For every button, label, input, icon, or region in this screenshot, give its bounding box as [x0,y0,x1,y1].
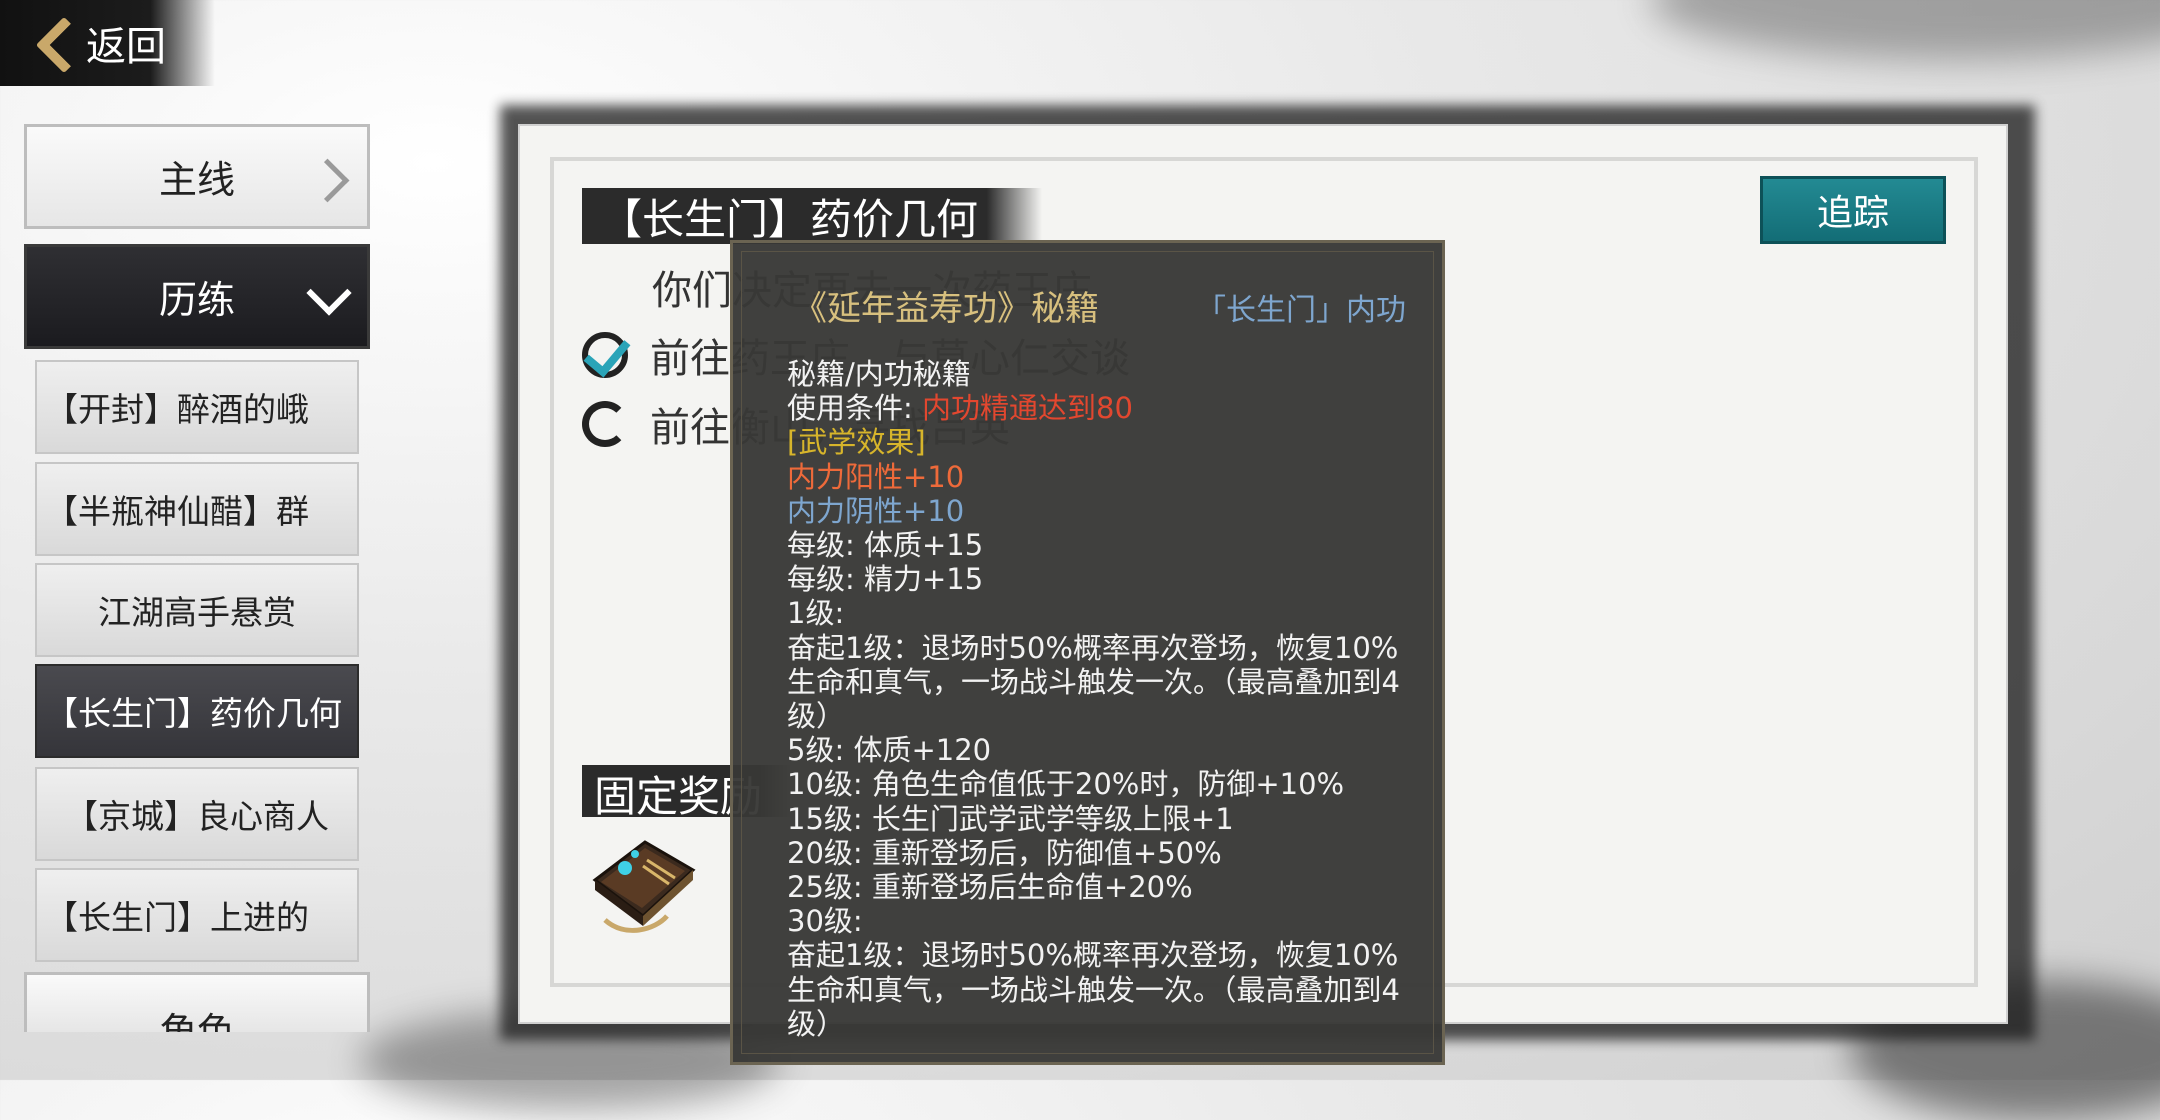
tooltip-level-bonus: 10级: 角色生命值低于20%时，防御+10% [787,767,1345,802]
tooltip-level-bonus: 20级: 重新登场后，防御值+50% [787,835,1222,870]
tooltip-condition-label: 使用条件: [787,391,922,426]
tooltip-yang: 内力阳性+10 [787,459,965,494]
tooltip-effect-header: [武学效果] [787,425,926,460]
track-button[interactable]: 追踪 [1760,176,1946,244]
tooltip-condition: 使用条件: 内功精通达到80 [787,391,1427,425]
quest-list-item-label: 江湖高手悬赏 [98,593,296,632]
ink-decoration [1650,0,2160,60]
tab-training-label: 历练 [158,278,235,322]
quest-list-item-label: 【半瓶神仙醋】群 [45,492,309,531]
tooltip-level-heading: 1级: [787,596,845,631]
quest-list-item[interactable]: 【京城】良心商人 [35,767,359,861]
quest-list-item[interactable]: 【长生门】上进的 [35,868,359,962]
quest-list-item-label: 【开封】醉酒的峨 [45,390,309,429]
tooltip-per-level: 每级: 精力+15 [787,562,984,597]
chevron-right-icon [305,158,350,203]
tooltip-item-name: 《延年益寿功》秘籍 [793,289,1099,329]
back-button[interactable]: 返回 [0,0,215,86]
loading-ring-icon [582,401,628,447]
tab-role-label: 角色 [158,1010,235,1032]
martial-manual-book-icon[interactable] [585,830,700,945]
back-label: 返回 [86,24,166,70]
tooltip-yin: 内力阴性+10 [787,493,965,528]
chevron-down-icon [306,270,352,316]
tab-main-line[interactable]: 主线 [24,124,370,229]
tooltip-body: 秘籍/内功秘籍 使用条件: 内功精通达到80 [武学效果] 内力阳性+10 内力… [787,357,1427,1041]
tooltip-level-bonus: 5级: 体质+120 [787,733,992,768]
quest-list-item[interactable]: 江湖高手悬赏 [35,563,359,657]
item-tooltip: 《延年益寿功》秘籍 「长生门」内功 秘籍/内功秘籍 使用条件: 内功精通达到80… [730,240,1445,1065]
tooltip-condition-value: 内功精通达到80 [922,391,1133,426]
tooltip-item-type: 「长生门」内功 [1196,293,1406,328]
tab-role[interactable]: 角色 [24,972,370,1032]
tooltip-level-desc: 奋起1级：退场时50%概率再次登场，恢复10%生命和真气，一场战斗触发一次。（最… [787,938,1400,1041]
quest-list-item[interactable]: 【半瓶神仙醋】群 [35,462,359,556]
tooltip-level-bonus: 25级: 重新登场后生命值+20% [787,870,1193,905]
tooltip-per-level: 每级: 体质+15 [787,528,984,563]
track-button-label: 追踪 [1816,193,1889,234]
quest-list-item-label: 【京城】良心商人 [65,797,329,836]
tooltip-category: 秘籍/内功秘籍 [787,357,971,391]
tooltip-level-bonus: 15级: 长生门武学武学等级上限+1 [787,801,1234,836]
tooltip-level-heading: 30级: [787,904,863,939]
quest-list-item-selected[interactable]: 【长生门】药价几何 [35,664,359,758]
quest-list-item[interactable]: 【开封】醉酒的峨 [35,360,359,454]
tooltip-level-desc: 奋起1级：退场时50%概率再次登场，恢复10%生命和真气，一场战斗触发一次。（最… [787,630,1400,734]
chevron-left-icon [32,13,82,73]
tab-main-line-label: 主线 [158,158,235,202]
quest-list-item-label: 【长生门】上进的 [45,898,309,937]
quest-title: 【长生门】药价几何 [600,195,979,244]
quest-list-item-label: 【长生门】药价几何 [45,694,342,733]
checkmark-icon [582,328,631,378]
tab-training[interactable]: 历练 [24,244,370,349]
